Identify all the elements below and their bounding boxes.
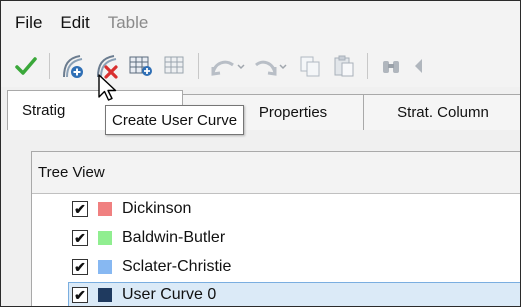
redo-icon[interactable] — [251, 51, 291, 81]
tree-item-label: Sclater-Christie — [122, 258, 232, 275]
toolbar-separator — [49, 53, 50, 79]
tab-label: Stratig — [22, 102, 66, 119]
paste-icon[interactable] — [329, 51, 359, 81]
tree-item-baldwin-butler[interactable]: ✔ Baldwin-Butler — [72, 225, 225, 251]
copy-icon[interactable] — [295, 51, 325, 81]
mouse-cursor-icon — [98, 74, 117, 101]
toolbar — [1, 45, 520, 87]
tree-view-header: Tree View — [32, 152, 520, 194]
checkbox[interactable]: ✔ — [72, 259, 88, 275]
tooltip-text: Create User Curve — [112, 111, 238, 129]
tree-item-label: Baldwin-Butler — [122, 229, 226, 246]
toolbar-separator — [367, 53, 368, 79]
table-add-icon[interactable] — [126, 51, 156, 81]
undo-icon[interactable] — [207, 51, 247, 81]
binoculars-icon[interactable] — [376, 51, 406, 81]
tree-item-user-curve-0[interactable]: ✔ User Curve 0 — [68, 282, 520, 306]
checkbox[interactable]: ✔ — [72, 230, 88, 246]
menu-file[interactable]: File — [15, 13, 42, 33]
tab-label: Strat. Column — [397, 104, 489, 121]
tab-label: Properties — [258, 104, 328, 121]
app-window: File Edit Table Stratig Properties Strat… — [0, 0, 521, 307]
menu-table[interactable]: Table — [108, 13, 149, 33]
color-swatch — [98, 202, 112, 216]
tab-strat-column[interactable]: Strat. Column — [363, 94, 520, 130]
tree-item-label: Dickinson — [122, 200, 192, 217]
color-swatch — [98, 260, 112, 274]
menu-bar: File Edit Table — [1, 1, 520, 45]
arrow-icon[interactable] — [410, 51, 426, 81]
checkbox[interactable]: ✔ — [72, 201, 88, 217]
checkmark-icon[interactable] — [11, 51, 41, 81]
tree-view-title: Tree View — [38, 164, 105, 181]
toolbar-separator — [198, 53, 199, 79]
color-swatch — [98, 231, 112, 245]
create-user-curve-icon[interactable] — [58, 51, 88, 81]
menu-edit[interactable]: Edit — [60, 13, 89, 33]
tab-strip: Stratig Properties Strat. Column — [7, 90, 520, 130]
checkbox[interactable]: ✔ — [72, 287, 88, 303]
tree-item-dickinson[interactable]: ✔ Dickinson — [72, 196, 191, 222]
tooltip: Create User Curve — [105, 105, 245, 135]
tree-item-sclater-christie[interactable]: ✔ Sclater-Christie — [72, 254, 231, 280]
color-swatch — [98, 288, 112, 302]
tree-view-panel: Tree View ✔ Dickinson ✔ Baldwin-Butler ✔… — [31, 151, 520, 306]
table-icon[interactable] — [160, 51, 190, 81]
tree-item-label: User Curve 0 — [122, 286, 217, 303]
